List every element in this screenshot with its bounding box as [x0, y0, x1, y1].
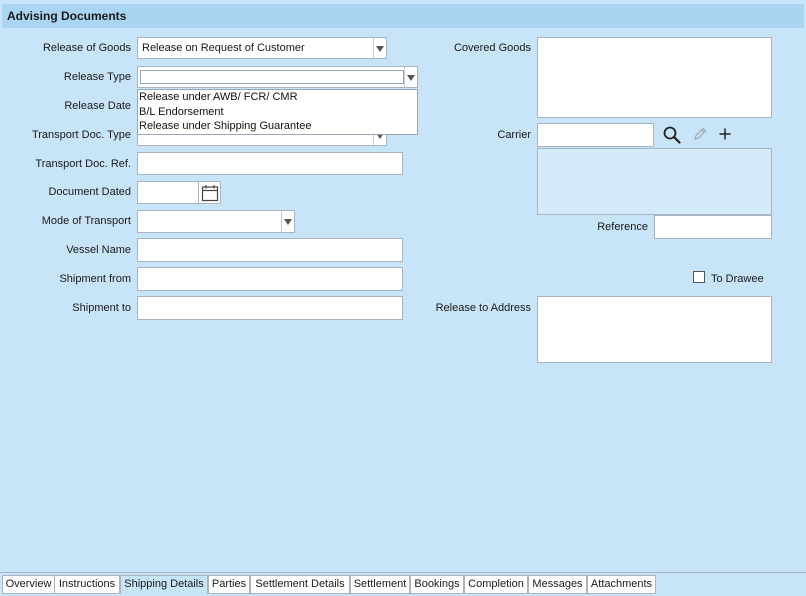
reference-input[interactable]: [654, 215, 772, 239]
tab-overview[interactable]: Overview: [2, 575, 55, 594]
tab-shipping-details[interactable]: Shipping Details: [120, 575, 208, 594]
mode-of-transport-select[interactable]: [137, 210, 295, 233]
tab-instructions[interactable]: Instructions: [54, 575, 120, 594]
covered-goods-label: Covered Goods: [453, 42, 531, 54]
document-dated-input[interactable]: [137, 181, 199, 204]
release-to-address-label: Release to Address: [435, 302, 531, 314]
dropdown-option[interactable]: Release under AWB/ FCR/ CMR: [139, 91, 298, 103]
transport-doc-ref-label: Transport Doc. Ref.: [35, 158, 131, 170]
carrier-input[interactable]: [537, 123, 654, 147]
shipment-from-input[interactable]: [137, 267, 403, 291]
mode-of-transport-label: Mode of Transport: [41, 215, 131, 227]
calendar-icon: [201, 185, 219, 202]
date-picker-button[interactable]: [198, 181, 221, 204]
search-icon[interactable]: [662, 125, 682, 145]
dropdown-option[interactable]: Release under Shipping Guarantee: [139, 120, 311, 132]
vessel-name-label: Vessel Name: [66, 244, 131, 256]
chevron-down-icon[interactable]: [373, 38, 386, 58]
panel-header: Advising Documents: [0, 0, 806, 30]
shipment-from-label: Shipment from: [59, 273, 131, 285]
tab-settlement-details[interactable]: Settlement Details: [250, 575, 350, 594]
tab-bar: Overview Instructions Shipping Details P…: [0, 572, 806, 596]
page-title: Advising Documents: [7, 9, 127, 23]
release-to-address-textarea[interactable]: [537, 296, 772, 363]
plus-icon[interactable]: [718, 127, 732, 141]
covered-goods-textarea[interactable]: [537, 37, 772, 118]
transport-doc-ref-input[interactable]: [137, 152, 403, 175]
tab-completion[interactable]: Completion: [464, 575, 528, 594]
shipment-to-input[interactable]: [137, 296, 403, 320]
carrier-label: Carrier: [497, 129, 531, 141]
release-type-dropdown-list[interactable]: Release under AWB/ FCR/ CMR B/L Endorsem…: [137, 89, 418, 135]
dropdown-option[interactable]: B/L Endorsement: [139, 106, 224, 118]
release-type-select[interactable]: [137, 66, 418, 88]
shipment-to-label: Shipment to: [72, 302, 131, 314]
tab-attachments[interactable]: Attachments: [587, 575, 656, 594]
pencil-icon[interactable]: [692, 126, 708, 142]
vessel-name-input[interactable]: [137, 238, 403, 262]
transport-doc-type-label: Transport Doc. Type: [31, 129, 131, 141]
header-bar: Advising Documents: [2, 4, 804, 28]
to-drawee-checkbox[interactable]: [693, 271, 705, 283]
to-drawee-label: To Drawee: [711, 273, 764, 285]
tab-bookings[interactable]: Bookings: [410, 575, 464, 594]
chevron-down-icon[interactable]: [281, 211, 294, 232]
release-type-label: Release Type: [63, 71, 131, 83]
carrier-details-box: [537, 148, 772, 215]
chevron-down-icon[interactable]: [404, 67, 417, 87]
release-date-label: Release Date: [64, 100, 131, 112]
release-of-goods-label: Release of Goods: [42, 42, 131, 54]
tab-messages[interactable]: Messages: [528, 575, 587, 594]
tab-parties[interactable]: Parties: [208, 575, 250, 594]
reference-label: Reference: [597, 221, 648, 233]
release-type-input[interactable]: [140, 70, 404, 84]
document-dated-label: Document Dated: [48, 186, 131, 198]
tab-settlement[interactable]: Settlement: [350, 575, 410, 594]
release-of-goods-value: Release on Request of Customer: [142, 42, 305, 54]
release-of-goods-select[interactable]: Release on Request of Customer: [137, 37, 387, 59]
